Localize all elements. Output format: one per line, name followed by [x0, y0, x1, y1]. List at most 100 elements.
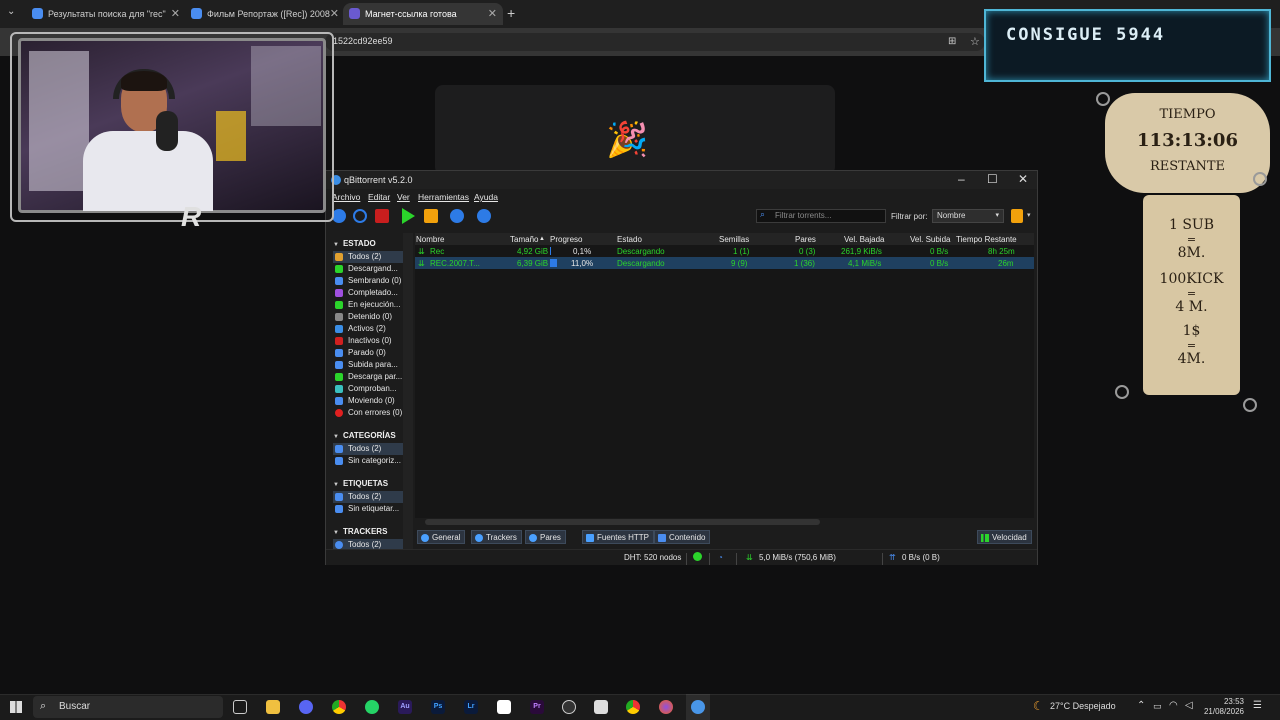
battery-icon[interactable]: ▭	[1153, 701, 1162, 712]
weather-text[interactable]: 27°C Despejado	[1050, 701, 1116, 711]
status-filter-item[interactable]: Descarga par...	[333, 371, 411, 383]
browser-tab-active[interactable]: Магнет-ссылка готова ✕	[343, 3, 503, 25]
obs-icon[interactable]	[562, 700, 576, 714]
status-filter-item[interactable]: Comproban...	[333, 383, 411, 395]
tab-trackers[interactable]: Trackers	[471, 530, 522, 544]
speed-limit-icon[interactable]: ◔	[718, 553, 723, 562]
browser-tab[interactable]: Результаты поиска для "rec" ✕	[26, 3, 186, 25]
column-header-size[interactable]: Tamaño	[510, 235, 538, 244]
status-filter-item[interactable]: Parado (0)	[333, 347, 411, 359]
column-header-peers[interactable]: Pares	[795, 235, 816, 244]
tab-peers[interactable]: Pares	[525, 530, 566, 544]
status-filter-item[interactable]: Detenido (0)	[333, 311, 411, 323]
status-section-header[interactable]: ▼ ESTADO	[333, 239, 376, 248]
tab-general[interactable]: General	[417, 530, 466, 544]
table-horizontal-scrollbar[interactable]	[415, 518, 1034, 526]
stop-icon[interactable]	[424, 209, 438, 223]
status-filter-item[interactable]: Descargand...	[333, 263, 411, 275]
lightroom-icon[interactable]: Lr	[464, 700, 478, 714]
url-input[interactable]: 1522cd92ee59	[325, 33, 985, 51]
task-view-icon[interactable]	[233, 700, 247, 714]
audition-icon[interactable]: Au	[398, 700, 412, 714]
tab-list-button[interactable]: ⌄	[7, 6, 15, 17]
status-filter-item[interactable]: Subida para...	[333, 359, 411, 371]
status-filter-item[interactable]: Con errores (0)	[333, 407, 411, 419]
status-filter-item[interactable]: Sembrando (0)	[333, 275, 411, 287]
capcut-icon[interactable]	[497, 700, 511, 714]
close-tab-icon[interactable]: ✕	[488, 7, 497, 20]
close-tab-icon[interactable]: ✕	[330, 7, 339, 20]
photoshop-icon[interactable]: Ps	[431, 700, 445, 714]
notifications-icon[interactable]: ☰	[1253, 700, 1262, 711]
scrollbar-thumb[interactable]	[425, 519, 820, 525]
tab-http-sources[interactable]: Fuentes HTTP	[582, 530, 655, 544]
menu-archivo[interactable]: Archivo	[332, 192, 360, 202]
new-tab-button[interactable]: +	[507, 5, 515, 21]
premiere-icon[interactable]: Pr	[530, 700, 544, 714]
bookmark-star-icon[interactable]: ☆	[970, 35, 980, 48]
stalled-up-icon	[335, 361, 343, 369]
table-row[interactable]: ⇊ Rec 4,92 GiB 0,1% Descargando 1 (1) 0 …	[415, 245, 1034, 257]
status-filter-item[interactable]: Completado...	[333, 287, 411, 299]
rule-line: 4M.	[1177, 351, 1206, 367]
web-ui-icon[interactable]	[450, 209, 464, 223]
close-tab-icon[interactable]: ✕	[171, 7, 180, 20]
categories-section-header[interactable]: ▼ CATEGORÍAS	[333, 431, 396, 440]
speed-graph-button[interactable]: Velocidad	[977, 530, 1032, 544]
menu-herramientas[interactable]: Herramientas	[418, 192, 469, 202]
tray-chevron-icon[interactable]: ⌃	[1137, 700, 1145, 711]
status-filter-item[interactable]: Inactivos (0)	[333, 335, 411, 347]
column-header-seeds[interactable]: Semillas	[719, 235, 749, 244]
category-filter-item[interactable]: Todos (2)	[333, 443, 411, 455]
lock-menu-chevron-icon[interactable]: ▾	[1027, 211, 1031, 219]
tags-section-header[interactable]: ▼ ETIQUETAS	[333, 479, 388, 488]
translate-icon[interactable]: ⊞	[948, 36, 956, 47]
window-app-icon[interactable]	[594, 700, 608, 714]
whatsapp-icon[interactable]	[365, 700, 379, 714]
wifi-icon[interactable]: ◠	[1169, 700, 1178, 711]
lock-icon[interactable]	[1011, 209, 1023, 223]
column-header-eta[interactable]: Tiempo Restante	[956, 235, 1017, 244]
options-gear-icon[interactable]	[477, 209, 491, 223]
status-filter-item[interactable]: Activos (2)	[333, 323, 411, 335]
status-filter-item[interactable]: En ejecución...	[333, 299, 411, 311]
chrome-icon[interactable]	[332, 700, 346, 714]
column-header-progress[interactable]: Progreso	[550, 235, 582, 244]
browser-tab[interactable]: Фильм Репортаж ([Rec]) 2008 ✕	[185, 3, 345, 25]
table-row[interactable]: ⇊ REC.2007.T... 6,39 GiB 11,0% Descargan…	[415, 257, 1034, 269]
close-window-icon[interactable]: ✕	[1018, 172, 1028, 186]
column-header-name[interactable]: Nombre	[416, 235, 444, 244]
minimize-icon[interactable]: –	[958, 172, 965, 186]
menu-editar[interactable]: Editar	[368, 192, 390, 202]
connection-status-icon[interactable]	[693, 552, 702, 561]
tracker-filter-item[interactable]: Todos (2)	[333, 539, 411, 549]
add-torrent-icon[interactable]	[332, 209, 346, 223]
taskbar-search[interactable]: ⌕ Buscar	[33, 696, 223, 718]
maximize-icon[interactable]: ☐	[987, 172, 998, 186]
resume-icon[interactable]	[402, 208, 415, 224]
menu-ayuda[interactable]: Ayuda	[474, 192, 498, 202]
column-header-up-speed[interactable]: Vel. Subida	[910, 235, 950, 244]
sidebar-scrollbar[interactable]	[403, 233, 413, 549]
delete-icon[interactable]	[375, 209, 389, 223]
clock[interactable]: 23:53 21/08/2026	[1200, 697, 1244, 717]
status-filter-item[interactable]: Moviendo (0)	[333, 395, 411, 407]
add-link-icon[interactable]	[353, 209, 367, 223]
menu-ver[interactable]: Ver	[397, 192, 410, 202]
filter-torrents-input[interactable]: Filtrar torrents...	[756, 209, 886, 223]
status-filter-item[interactable]: Todos (2)	[333, 251, 411, 263]
tag-filter-item[interactable]: Sin etiquetar...	[333, 503, 411, 515]
firefox-icon[interactable]	[659, 700, 673, 714]
trackers-section-header[interactable]: ▼ TRACKERS	[333, 527, 387, 536]
column-header-status[interactable]: Estado	[617, 235, 642, 244]
discord-like-icon[interactable]	[299, 700, 313, 714]
tab-content[interactable]: Contenido	[654, 530, 711, 544]
chrome-icon[interactable]	[626, 700, 640, 714]
start-windows-icon[interactable]	[10, 701, 22, 713]
filter-by-select[interactable]: Nombre ▾	[932, 209, 1004, 223]
tag-filter-item[interactable]: Todos (2)	[333, 491, 411, 503]
column-header-down-speed[interactable]: Vel. Bajada	[844, 235, 884, 244]
file-explorer-icon[interactable]	[266, 700, 280, 714]
category-filter-item[interactable]: Sin categoriz...	[333, 455, 411, 467]
volume-icon[interactable]: ◁	[1185, 700, 1193, 711]
